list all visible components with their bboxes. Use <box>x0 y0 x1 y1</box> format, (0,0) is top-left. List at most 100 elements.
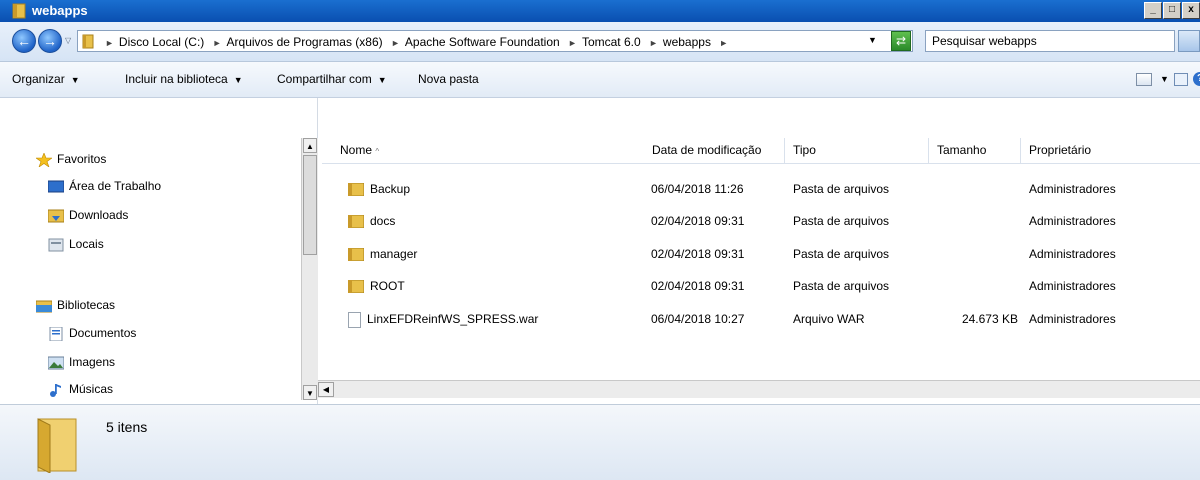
column-header-row: Nome ^ Data de modificação Tipo Tamanho … <box>322 138 1200 164</box>
nav-item-downloads[interactable]: Downloads <box>48 208 128 223</box>
libraries-icon <box>36 300 52 313</box>
scroll-up-arrow-icon[interactable]: ▲ <box>303 138 317 153</box>
organize-button[interactable]: Organizar ▼ <box>12 72 80 86</box>
breadcrumb-item[interactable]: Disco Local (C:) <box>119 35 204 49</box>
file-name: ROOT <box>348 279 405 294</box>
column-header-type[interactable]: Tipo <box>785 138 929 163</box>
window-title: webapps <box>32 3 88 18</box>
file-name-text: docs <box>370 214 396 228</box>
chevron-down-icon: ▼ <box>70 75 80 85</box>
back-button[interactable]: ← <box>12 29 36 53</box>
minimize-button[interactable]: _ <box>1144 2 1162 19</box>
refresh-button[interactable]: ⇄ <box>891 31 911 51</box>
file-owner: Administradores <box>1029 247 1116 261</box>
chevron-down-icon: ▼ <box>233 75 243 85</box>
nav-item-favoritos[interactable]: Favoritos <box>36 152 106 167</box>
item-count: 5 itens <box>106 419 148 435</box>
nav-label: Imagens <box>69 355 116 369</box>
horizontal-scrollbar[interactable]: ◀ <box>318 380 1200 398</box>
file-owner: Administradores <box>1029 182 1116 196</box>
file-type: Pasta de arquivos <box>793 247 890 261</box>
file-size: 24.673 KB <box>961 312 1018 326</box>
forward-button[interactable]: → <box>38 29 62 53</box>
table-row[interactable]: docs 02/04/2018 09:31 Pasta de arquivos … <box>322 210 1200 232</box>
breadcrumb-item[interactable]: webapps <box>663 35 711 49</box>
breadcrumb-item[interactable]: Arquivos de Programas (x86) <box>227 35 383 49</box>
file-type: Pasta de arquivos <box>793 214 890 228</box>
file-name-text: ROOT <box>370 279 405 293</box>
nav-item-imagens[interactable]: Imagens <box>48 355 115 370</box>
command-bar: Organizar ▼ Incluir na biblioteca ▼ Compar… <box>0 62 1200 98</box>
scroll-left-arrow-icon[interactable]: ◀ <box>318 382 334 397</box>
maximize-button[interactable]: □ <box>1163 2 1181 19</box>
breadcrumb-item[interactable]: Apache Software Foundation <box>405 35 560 49</box>
include-label: Incluir na biblioteca <box>125 72 228 86</box>
table-row[interactable]: ROOT 02/04/2018 09:31 Pasta de arquivos … <box>322 275 1200 297</box>
nav-label: Área de Trabalho <box>69 179 162 193</box>
close-button[interactable]: x <box>1182 2 1200 19</box>
folder-icon <box>348 183 364 197</box>
folder-icon <box>82 34 94 49</box>
column-header-size[interactable]: Tamanho <box>929 138 1021 163</box>
search-input[interactable]: Pesquisar webapps <box>925 30 1175 52</box>
chevron-right-icon: ► <box>568 38 577 48</box>
nav-label: Músicas <box>69 382 114 396</box>
table-row[interactable]: manager 02/04/2018 09:31 Pasta de arquiv… <box>322 243 1200 265</box>
address-bar[interactable]: ► Disco Local (C:) ► Arquivos de Programas… <box>77 30 913 52</box>
nav-label: Downloads <box>69 208 129 222</box>
address-bar-area: ← → ▽ ► Disco Local (C:) ► Arquivos de Pro… <box>0 22 1200 62</box>
scroll-down-arrow-icon[interactable]: ▼ <box>303 385 317 400</box>
nav-item-locais[interactable]: Locais <box>48 237 104 252</box>
column-header-name[interactable]: Nome ^ <box>332 138 647 163</box>
file-icon <box>348 312 361 328</box>
file-date: 02/04/2018 09:31 <box>651 214 745 228</box>
downloads-folder-icon <box>48 209 64 223</box>
chevron-down-icon[interactable]: ▼ <box>868 35 877 45</box>
column-header-owner[interactable]: Proprietário <box>1021 138 1200 163</box>
documents-icon <box>49 326 63 341</box>
folder-icon <box>348 280 364 294</box>
scrollbar-thumb[interactable] <box>303 155 317 255</box>
view-options-icon[interactable] <box>1136 73 1152 86</box>
table-row[interactable]: LinxEFDReinfWS_SPRESS.war 06/04/2018 10:… <box>322 308 1200 330</box>
sort-ascending-icon: ^ <box>375 147 380 156</box>
nav-item-bibliotecas[interactable]: Bibliotecas <box>36 298 115 313</box>
nav-scrollbar[interactable]: ▲ ▼ <box>301 138 318 400</box>
new-folder-button[interactable]: Nova pasta <box>418 72 479 86</box>
nav-item-area-de-trabalho[interactable]: Área de Trabalho <box>48 179 161 194</box>
search-icon[interactable] <box>1178 30 1200 52</box>
nav-item-musicas[interactable]: Músicas <box>48 382 113 397</box>
chevron-right-icon: ► <box>212 38 222 48</box>
file-name: Backup <box>348 182 411 197</box>
nav-label: Bibliotecas <box>57 298 116 312</box>
help-icon[interactable]: ? <box>1193 72 1200 86</box>
file-type: Pasta de arquivos <box>793 279 890 293</box>
column-header-date[interactable]: Data de modificação <box>644 138 785 163</box>
folder-icon <box>348 215 364 229</box>
nav-item-documentos[interactable]: Documentos <box>48 326 136 341</box>
file-name: manager <box>348 247 417 262</box>
chevron-down-icon[interactable]: ▼ <box>1160 74 1169 84</box>
breadcrumb-item[interactable]: Tomcat 6.0 <box>582 35 641 49</box>
music-icon <box>50 383 61 397</box>
file-name-text: LinxEFDReinfWS_SPRESS.war <box>367 312 539 327</box>
nav-label: Favoritos <box>57 152 107 166</box>
file-name: docs <box>348 214 396 229</box>
include-in-library-button[interactable]: Incluir na biblioteca ▼ <box>125 72 243 86</box>
title-bar: webapps _ □ x <box>0 0 1200 22</box>
file-name-text: Backup <box>370 182 411 196</box>
chevron-down-icon: ▼ <box>377 75 387 85</box>
share-with-button[interactable]: Compartilhar com ▼ <box>277 72 387 86</box>
chevron-right-icon: ► <box>105 38 114 48</box>
desktop-icon <box>48 180 64 193</box>
chevron-down-icon[interactable]: ▽ <box>65 36 71 45</box>
file-owner: Administradores <box>1029 279 1116 293</box>
chevron-right-icon: ► <box>390 38 400 48</box>
file-date: 02/04/2018 09:31 <box>651 247 745 261</box>
preview-pane-icon[interactable] <box>1174 73 1188 86</box>
file-date: 02/04/2018 09:31 <box>651 279 745 293</box>
file-name: LinxEFDReinfWS_SPRESS.war <box>348 312 538 328</box>
star-icon <box>36 152 52 167</box>
table-row[interactable]: Backup 06/04/2018 11:26 Pasta de arquivo… <box>322 178 1200 200</box>
folder-icon <box>348 248 364 262</box>
